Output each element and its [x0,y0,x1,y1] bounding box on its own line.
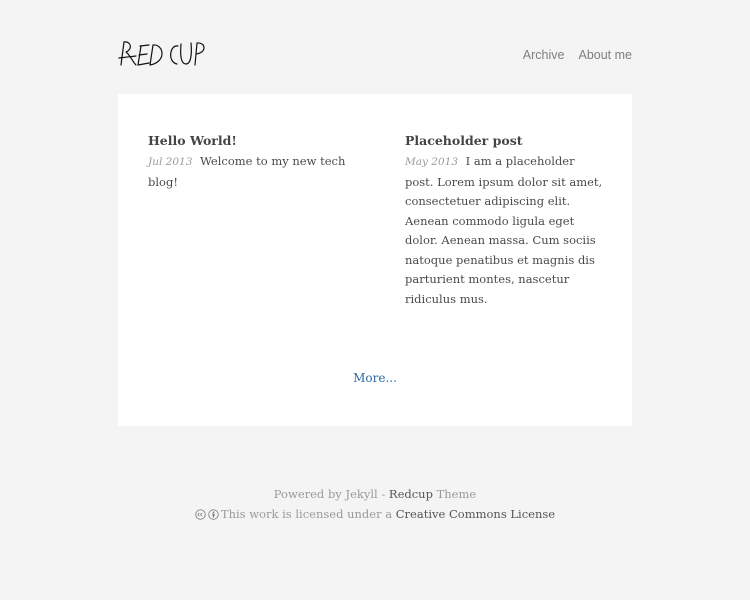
post-date: May 2013 [405,156,459,168]
post-card: Placeholder post May 2013 I am a placeho… [405,132,605,309]
post-title-link[interactable]: Hello World! [148,132,348,150]
powered-by-text: Powered by Jekyll - [273,487,389,501]
redcup-logo-icon [118,41,205,66]
nav-about[interactable]: About me [578,48,632,62]
by-icon [208,509,219,520]
post-title-link[interactable]: Placeholder post [405,132,605,150]
more-posts-link[interactable]: More... [118,371,632,385]
post-summary: Jul 2013 Welcome to my new tech blog! [148,152,348,192]
site-logo[interactable] [118,34,208,74]
post-date: Jul 2013 [148,156,193,168]
cc-icon [195,509,206,520]
theme-link[interactable]: Redcup [389,487,433,501]
license-text: This work is licensed under a [220,507,396,521]
post-card: Hello World! Jul 2013 Welcome to my new … [148,132,348,192]
theme-suffix-text: Theme [432,487,477,501]
license-line: This work is licensed under a Creative C… [118,504,632,524]
site-footer: Powered by Jekyll - Redcup Theme This wo… [118,484,632,524]
posts-panel: Hello World! Jul 2013 Welcome to my new … [118,94,632,426]
post-excerpt: I am a placeholder post. Lorem ipsum dol… [405,154,603,306]
license-link[interactable]: Creative Commons License [396,507,555,521]
main-nav: Archive About me [523,48,632,62]
post-summary: May 2013 I am a placeholder post. Lorem … [405,152,605,309]
license-icons [195,509,219,520]
nav-archive[interactable]: Archive [523,48,565,62]
site-header: Archive About me [118,34,632,74]
powered-by-line: Powered by Jekyll - Redcup Theme [118,484,632,504]
